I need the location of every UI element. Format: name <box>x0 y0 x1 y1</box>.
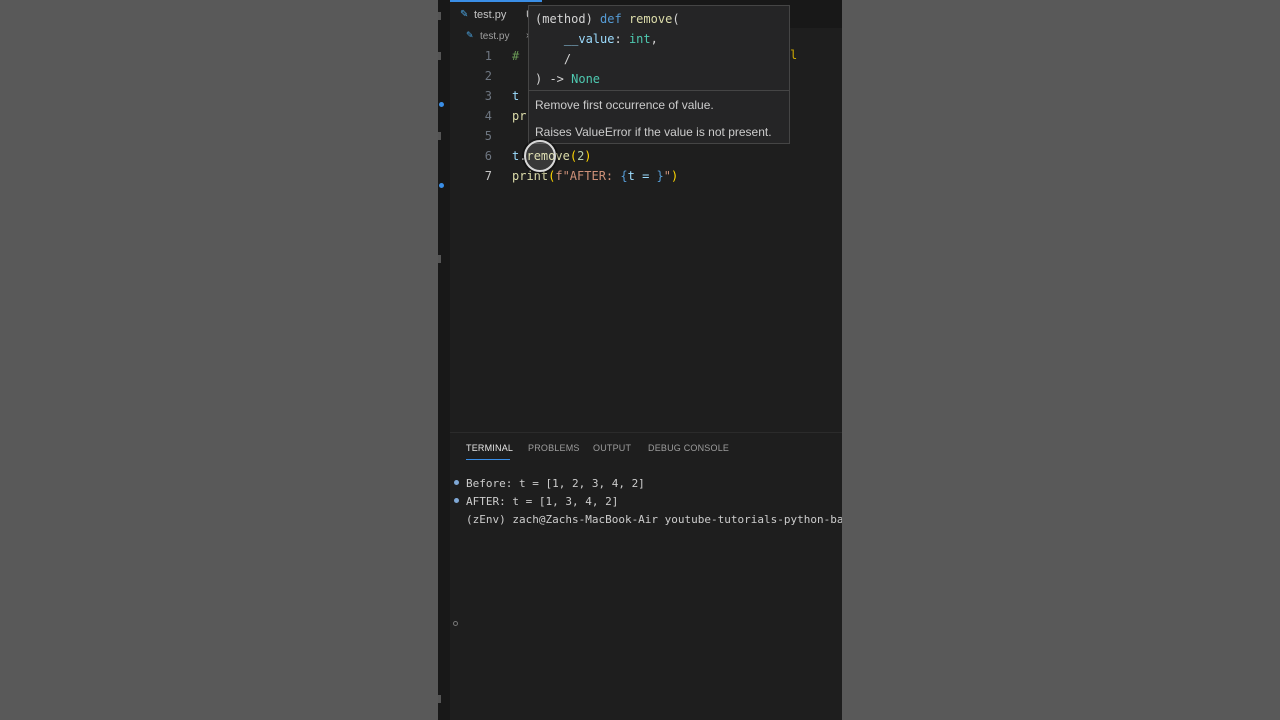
extensions-badge-icon[interactable] <box>439 183 444 188</box>
terminal-line: Before: t = [1, 2, 3, 4, 2] <box>466 477 645 490</box>
doc-line: Raises ValueError if the value is not pr… <box>535 125 772 139</box>
command-decoration-icon[interactable] <box>454 480 459 485</box>
mouse-cursor-icon <box>524 140 556 172</box>
code-token: # <box>512 49 520 63</box>
hover-tooltip: (method) def remove( __value: int, / ) ->… <box>528 5 790 144</box>
command-decoration-icon[interactable] <box>454 498 459 503</box>
tab-label: test.py <box>474 9 507 21</box>
signature-token: ) -> <box>535 72 572 86</box>
line-number: 4 <box>484 109 492 123</box>
code-token: pr <box>512 109 527 123</box>
settings-gear-icon[interactable] <box>438 695 441 703</box>
tab-debug-console[interactable]: DEBUG CONSOLE <box>648 443 729 453</box>
command-decoration-empty-icon <box>453 621 458 626</box>
code-line[interactable]: 7 print(f"AFTER: {t = }") <box>450 166 842 186</box>
line-number: 1 <box>484 49 492 63</box>
line-text: # <box>512 46 519 66</box>
code-token: t <box>512 89 520 103</box>
code-token: } <box>656 169 664 183</box>
bottom-panel: TERMINAL PROBLEMS OUTPUT DEBUG CONSOLE Befo… <box>450 432 842 720</box>
tooltip-divider <box>529 90 789 91</box>
code-line[interactable]: 6 t.remove(2) <box>450 146 842 166</box>
signature-line: __value: int, <box>535 29 680 49</box>
code-token: f"AFTER: <box>555 169 621 183</box>
video-letterbox-left <box>0 0 438 720</box>
signature-token: __value <box>563 32 615 46</box>
signature-line: / <box>535 49 680 69</box>
tab-output[interactable]: OUTPUT <box>593 443 631 453</box>
line-number: 5 <box>484 129 492 143</box>
run-debug-icon[interactable] <box>438 132 441 140</box>
signature-token: ( <box>672 12 680 26</box>
warning-squiggle: l <box>790 48 798 62</box>
signature-token: int <box>628 32 651 46</box>
code-token: ( <box>569 149 578 163</box>
signature-token: def <box>600 12 622 26</box>
signature-token: , <box>650 32 658 46</box>
line-text: t <box>512 86 519 106</box>
terminal-line: AFTER: t = [1, 3, 4, 2] <box>466 495 619 508</box>
line-number: 7 <box>484 169 492 183</box>
signature-token <box>622 12 629 26</box>
explorer-icon[interactable] <box>438 12 441 20</box>
signature-token: : <box>614 32 629 46</box>
signature-token: remove <box>628 12 673 26</box>
signature-line: ) -> None <box>535 69 680 89</box>
code-token: ) <box>671 169 679 183</box>
video-letterbox-right <box>842 0 1280 720</box>
signature-token <box>535 32 564 46</box>
signature-line: (method) def remove( <box>535 9 680 29</box>
line-text: pr <box>512 106 526 126</box>
code-token: t = <box>627 169 657 183</box>
signature-token: / <box>535 52 572 66</box>
remote-icon[interactable] <box>438 255 441 263</box>
line-number: 2 <box>484 69 492 83</box>
search-icon[interactable] <box>438 52 441 60</box>
python-file-icon: ✎ <box>460 9 469 20</box>
signature-token: (method) <box>535 12 601 26</box>
line-number: 6 <box>484 149 492 163</box>
tab-problems[interactable]: PROBLEMS <box>528 443 580 453</box>
code-token: ) <box>584 149 592 163</box>
breadcrumb-file[interactable]: test.py <box>480 31 509 42</box>
code-token: { <box>620 169 628 183</box>
line-number: 3 <box>484 89 492 103</box>
signature-token: None <box>571 72 601 86</box>
activity-bar <box>438 0 450 720</box>
doc-line: Remove first occurrence of value. <box>535 98 714 112</box>
tab-terminal[interactable]: TERMINAL <box>466 443 513 453</box>
source-control-badge-icon[interactable] <box>439 102 444 107</box>
active-tab-underline <box>466 459 510 460</box>
code-token: " <box>663 169 671 183</box>
python-file-icon: ✎ <box>466 31 474 41</box>
terminal-line: (zEnv) zach@Zachs-MacBook-Air youtube-tu… <box>466 513 842 526</box>
method-signature: (method) def remove( __value: int, / ) ->… <box>535 9 680 89</box>
